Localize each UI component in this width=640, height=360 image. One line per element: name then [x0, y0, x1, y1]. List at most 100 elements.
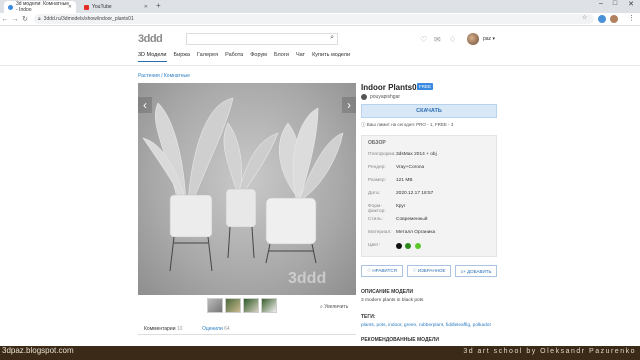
nav-blogs[interactable]: Блоги [274, 52, 289, 62]
tab-youtube[interactable]: YouTube ✕ [80, 1, 152, 13]
close-tab-icon[interactable]: ✕ [68, 4, 72, 10]
breadcrumb[interactable]: Растения / Комнатные [138, 73, 190, 79]
spec-row: Размер: 121 MB [368, 178, 492, 183]
color-label: Цвет: [368, 243, 381, 248]
nav-chat[interactable]: Чат [296, 52, 305, 62]
url-field[interactable]: 🔒︎ 3ddd.ru/3dmodels/show/indoor_plants01 [34, 14, 594, 24]
site-logo[interactable]: 3ddd [138, 33, 163, 45]
overview-panel: ОБЗОР Платформа: 3dsMax 2014 + obj Рендер… [361, 135, 497, 257]
spec-value: Vray+Corona [396, 165, 425, 170]
nav-jobs[interactable]: Работа [225, 52, 243, 62]
spec-key: Материал: [368, 230, 392, 235]
spec-value: 121 MB [396, 178, 413, 183]
blog-watermark: 3dpaz.blogspot.com [2, 346, 74, 355]
search-icon[interactable]: ⌕ [330, 34, 334, 42]
tags-list[interactable]: plants, pots, indoor, green, rubberplant… [361, 323, 491, 328]
notification-bell-icon[interactable]: ♢ [449, 35, 456, 44]
maximize-button[interactable]: □ [608, 0, 622, 7]
comments-count: 10 [176, 326, 183, 332]
spec-key: Дата: [368, 191, 380, 196]
download-limit: ⓘ Ваш лимит на сегодня: PRO - 1, FREE - … [361, 122, 453, 128]
add-to-collection-button[interactable]: ≡+ ДОБАВИТЬ [455, 265, 497, 277]
menu-dots-icon[interactable]: ⋮ [628, 14, 635, 22]
author-avatar [361, 94, 367, 100]
model-title: Indoor Plants01 [361, 83, 422, 92]
nav-buy-models[interactable]: Купить модели [312, 52, 350, 62]
extension-icon[interactable] [598, 15, 606, 23]
download-button[interactable]: СКАЧАТЬ [361, 104, 497, 118]
reload-icon[interactable]: ↻ [20, 15, 30, 23]
mail-icon[interactable]: ✉ [434, 35, 441, 44]
lock-icon: 🔒︎ [38, 16, 41, 22]
spec-value: Современный [396, 217, 428, 222]
thumbnail-4[interactable] [261, 298, 277, 313]
model-preview-image[interactable]: 3ddd [138, 83, 356, 295]
youtube-favicon-icon [84, 4, 89, 10]
nav-exchange[interactable]: Биржа [174, 52, 190, 62]
tab-comments[interactable]: Комментарии 10 [144, 326, 182, 332]
tab-ratings-label: Оценили [202, 326, 223, 332]
spec-key: Стиль: [368, 217, 383, 222]
tab-ratings[interactable]: Оценили 64 [202, 326, 230, 332]
prev-image-button[interactable]: ‹ [138, 97, 152, 113]
spec-row: Платформа: 3dsMax 2014 + obj [368, 152, 492, 157]
spec-key: Форм-фактор: [368, 204, 386, 214]
thumbnail-strip [207, 298, 277, 313]
tab-comments-label: Комментарии [144, 326, 176, 332]
close-window-button[interactable]: ✕ [624, 0, 638, 8]
new-tab-button[interactable]: + [156, 1, 161, 10]
author[interactable]: pouyapishgar [361, 94, 400, 100]
bookmark-star-icon[interactable]: ☆ [582, 14, 587, 21]
heart-icon[interactable]: ♡ [420, 35, 427, 44]
watermark-logo: 3ddd [288, 270, 326, 287]
spec-value: 2020.12.17 18:57 [396, 191, 434, 196]
zoom-link[interactable]: ⌕ Увеличить [320, 304, 348, 310]
nav-3d-models[interactable]: 3D Модели [138, 52, 167, 62]
spec-key: Платформа: [368, 152, 396, 157]
username-menu[interactable]: paz ▾ [483, 36, 495, 42]
color-swatches [396, 243, 423, 249]
avatar[interactable] [467, 33, 479, 45]
thumbnail-2[interactable] [225, 298, 241, 313]
like-button[interactable]: ♡ НРАВИТСЯ [361, 265, 403, 277]
back-icon[interactable]: ← [0, 16, 10, 23]
spec-value: Круг [396, 204, 406, 209]
forward-icon[interactable]: → [10, 16, 20, 23]
spec-row: Стиль: Современный [368, 217, 492, 222]
color-swatch-green[interactable] [405, 243, 412, 249]
favicon-icon [8, 4, 13, 10]
spec-row: Форм-фактор: Круг [368, 204, 492, 214]
plants-render: 3ddd [142, 97, 344, 287]
ratings-count: 64 [224, 326, 230, 332]
spec-value: 3dsMax 2014 + obj [396, 152, 437, 157]
spec-key: Размер: [368, 178, 386, 183]
overview-title: ОБЗОР [368, 140, 386, 146]
minimize-button[interactable]: – [594, 0, 608, 7]
spec-row: Материал: Металл Органика [368, 230, 492, 235]
spec-value: Металл Органика [396, 230, 436, 235]
main-nav: 3D Модели Биржа Галерея Работа Форум Бло… [138, 52, 350, 62]
tab-title: YouTube [92, 4, 112, 10]
color-row: Цвет: [368, 243, 492, 249]
close-tab-icon[interactable]: ✕ [144, 4, 148, 10]
next-image-button[interactable]: › [342, 97, 356, 113]
favorite-button[interactable]: ♡ ИЗБРАННОЕ [407, 265, 451, 277]
free-badge: FREE [417, 83, 434, 90]
search-input[interactable]: ⌕ [186, 33, 338, 45]
spec-row: Рендер: Vray+Corona [368, 165, 492, 170]
address-bar-row: ← → ↻ 🔒︎ 3ddd.ru/3dmodels/show/indoor_pl… [0, 13, 640, 26]
color-swatch-black[interactable] [396, 243, 402, 249]
nav-gallery[interactable]: Галерея [197, 52, 218, 62]
url-text: 3ddd.ru/3dmodels/show/indoor_plants01 [43, 16, 134, 22]
description-text: 3 modern plants in black pots [361, 298, 424, 303]
nav-forum[interactable]: Форум [250, 52, 267, 62]
tab-3ddd[interactable]: 3d модели: Комнатные - Indoo ✕ [4, 1, 76, 13]
thumbnail-3[interactable] [243, 298, 259, 313]
description-heading: ОПИСАНИЕ МОДЕЛИ [361, 289, 414, 295]
comments-tabs: Комментарии 10 Оценили 64 [138, 323, 356, 335]
thumbnail-1[interactable] [207, 298, 223, 313]
browser-tab-bar: 3d модели: Комнатные - Indoo ✕ YouTube ✕… [0, 0, 640, 13]
profile-icon[interactable] [610, 15, 618, 23]
spec-key: Рендер: [368, 165, 386, 170]
color-swatch-light-green[interactable] [414, 243, 421, 249]
